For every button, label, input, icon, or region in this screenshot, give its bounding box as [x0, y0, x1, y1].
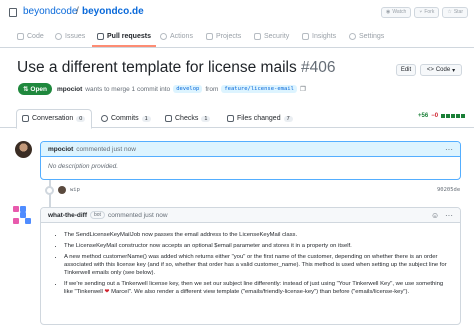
tab-issues[interactable]: Issues	[55, 33, 85, 40]
commit-icon	[101, 115, 108, 122]
comment-icon	[22, 115, 29, 122]
comment-timestamp[interactable]: commented just now	[76, 146, 136, 153]
pull-request-icon: ⇅	[22, 86, 29, 93]
tab-settings[interactable]: Settings	[349, 33, 384, 40]
comment-timestamp[interactable]: commented just now	[108, 212, 168, 219]
tab-files-changed[interactable]: Files changed 7	[227, 115, 293, 122]
star-button[interactable]: ☆ Star	[442, 7, 468, 18]
bot-badge: bot	[90, 211, 105, 219]
table-icon	[206, 33, 213, 40]
tab-conversation[interactable]: Conversation 0	[22, 115, 86, 122]
repo-header: beyondcode / beyondco.de ◉ Watch ⑂ Fork ☆ S…	[0, 0, 474, 26]
fork-icon: ⑂	[419, 9, 423, 15]
shield-icon	[254, 33, 261, 40]
graph-icon	[302, 33, 309, 40]
watch-button[interactable]: ◉ Watch	[380, 7, 412, 18]
comment-author-link[interactable]: mpociot	[48, 146, 73, 153]
list-item: The SendLicenseKeyMailJob now passes the…	[64, 231, 452, 239]
code-icon	[17, 33, 24, 40]
pr-meta-text: wants to merge 1 commit into	[85, 85, 171, 93]
status-badge: ⇅ Open	[18, 83, 52, 95]
repo-nav: Code Issues Pull requests Actions Projec…	[0, 28, 474, 48]
list-item: A new method customerName() was added wh…	[64, 253, 452, 278]
avatar[interactable]	[15, 141, 32, 158]
repo-icon	[9, 8, 17, 17]
pr-tabs: Conversation 0 Commits 1 Checks 1 Files cha…	[0, 106, 474, 129]
page-title: Use a different template for license mai…	[17, 59, 336, 77]
commit-sha-link[interactable]: 90205de	[437, 187, 460, 193]
comment-body: The SendLicenseKeyMailJob now passes the…	[41, 223, 460, 297]
star-icon: ☆	[447, 9, 452, 15]
comment-header: mpociot commented just now	[41, 142, 460, 157]
tab-actions[interactable]: Actions	[160, 33, 193, 40]
commit-avatar[interactable]	[58, 186, 66, 194]
repo-actions: ◉ Watch ⑂ Fork ☆ Star	[380, 7, 468, 18]
head-branch[interactable]: feature/license-email	[221, 85, 297, 93]
file-diff-icon	[227, 115, 234, 122]
list-item: If we're sending out a Tinkerwell licens…	[64, 280, 452, 297]
code-button-label: Code	[435, 67, 451, 73]
comment-box: mpociot commented just now No descriptio…	[40, 141, 461, 180]
repo-owner-link[interactable]: beyondcode	[23, 6, 78, 17]
tab-insights[interactable]: Insights	[302, 33, 336, 40]
pr-from-text: from	[205, 85, 219, 93]
tab-checks[interactable]: Checks 1	[165, 115, 211, 122]
code-dropdown-button[interactable]: <> Code ▾	[420, 64, 462, 76]
pr-title-text: Use a different template for license mai…	[17, 59, 297, 76]
pr-meta: mpociot wants to merge 1 commit into dev…	[57, 85, 306, 93]
issue-icon	[55, 33, 62, 40]
play-icon	[160, 33, 167, 40]
active-tab-indicator	[92, 45, 156, 47]
tab-projects[interactable]: Projects	[206, 33, 241, 40]
list-item: The LicenseKeyMail constructor now accep…	[64, 242, 452, 250]
more-options-icon[interactable]: ···	[445, 211, 453, 220]
code-icon: <>	[426, 67, 434, 73]
heart-icon: ❤	[104, 289, 110, 296]
commit-message-link[interactable]: wip	[70, 187, 80, 193]
gear-icon	[349, 33, 356, 40]
pr-author-link[interactable]: mpociot	[57, 86, 82, 93]
diffstat: +56 −0	[418, 113, 466, 119]
tab-pull-requests[interactable]: Pull requests	[97, 33, 151, 40]
repo-name-link[interactable]: beyondco.de	[82, 6, 144, 17]
fork-button[interactable]: ⑂ Fork	[414, 7, 440, 18]
deletions-count: −0	[431, 113, 439, 119]
base-branch[interactable]: develop	[173, 85, 203, 93]
tab-code[interactable]: Code	[17, 33, 44, 40]
eye-icon: ◉	[385, 9, 391, 15]
pull-request-icon	[97, 33, 104, 40]
additions-count: +56	[418, 113, 429, 119]
comment-header: what-the-diff bot commented just now	[41, 208, 460, 223]
tab-security[interactable]: Security	[254, 33, 289, 40]
comment-author-link[interactable]: what-the-diff	[48, 212, 87, 219]
comment-box: what-the-diff bot commented just now ☺ ·…	[40, 207, 461, 325]
smiley-icon[interactable]: ☺	[431, 211, 439, 220]
edit-button[interactable]: Edit	[396, 64, 416, 76]
bot-avatar[interactable]	[13, 206, 33, 224]
pr-number: #406	[301, 59, 336, 76]
repo-separator: /	[76, 6, 79, 17]
copy-icon[interactable]: ❐	[300, 85, 306, 93]
comment-body: No description provided.	[48, 163, 119, 170]
chevron-down-icon: ▾	[452, 67, 456, 74]
checklist-icon	[165, 115, 172, 122]
commit-icon	[45, 186, 54, 195]
more-options-icon[interactable]: ···	[445, 145, 453, 154]
diffstat-bar	[441, 114, 466, 118]
tab-commits[interactable]: Commits 1	[101, 115, 151, 122]
summary-list: The SendLicenseKeyMailJob now passes the…	[59, 231, 452, 297]
